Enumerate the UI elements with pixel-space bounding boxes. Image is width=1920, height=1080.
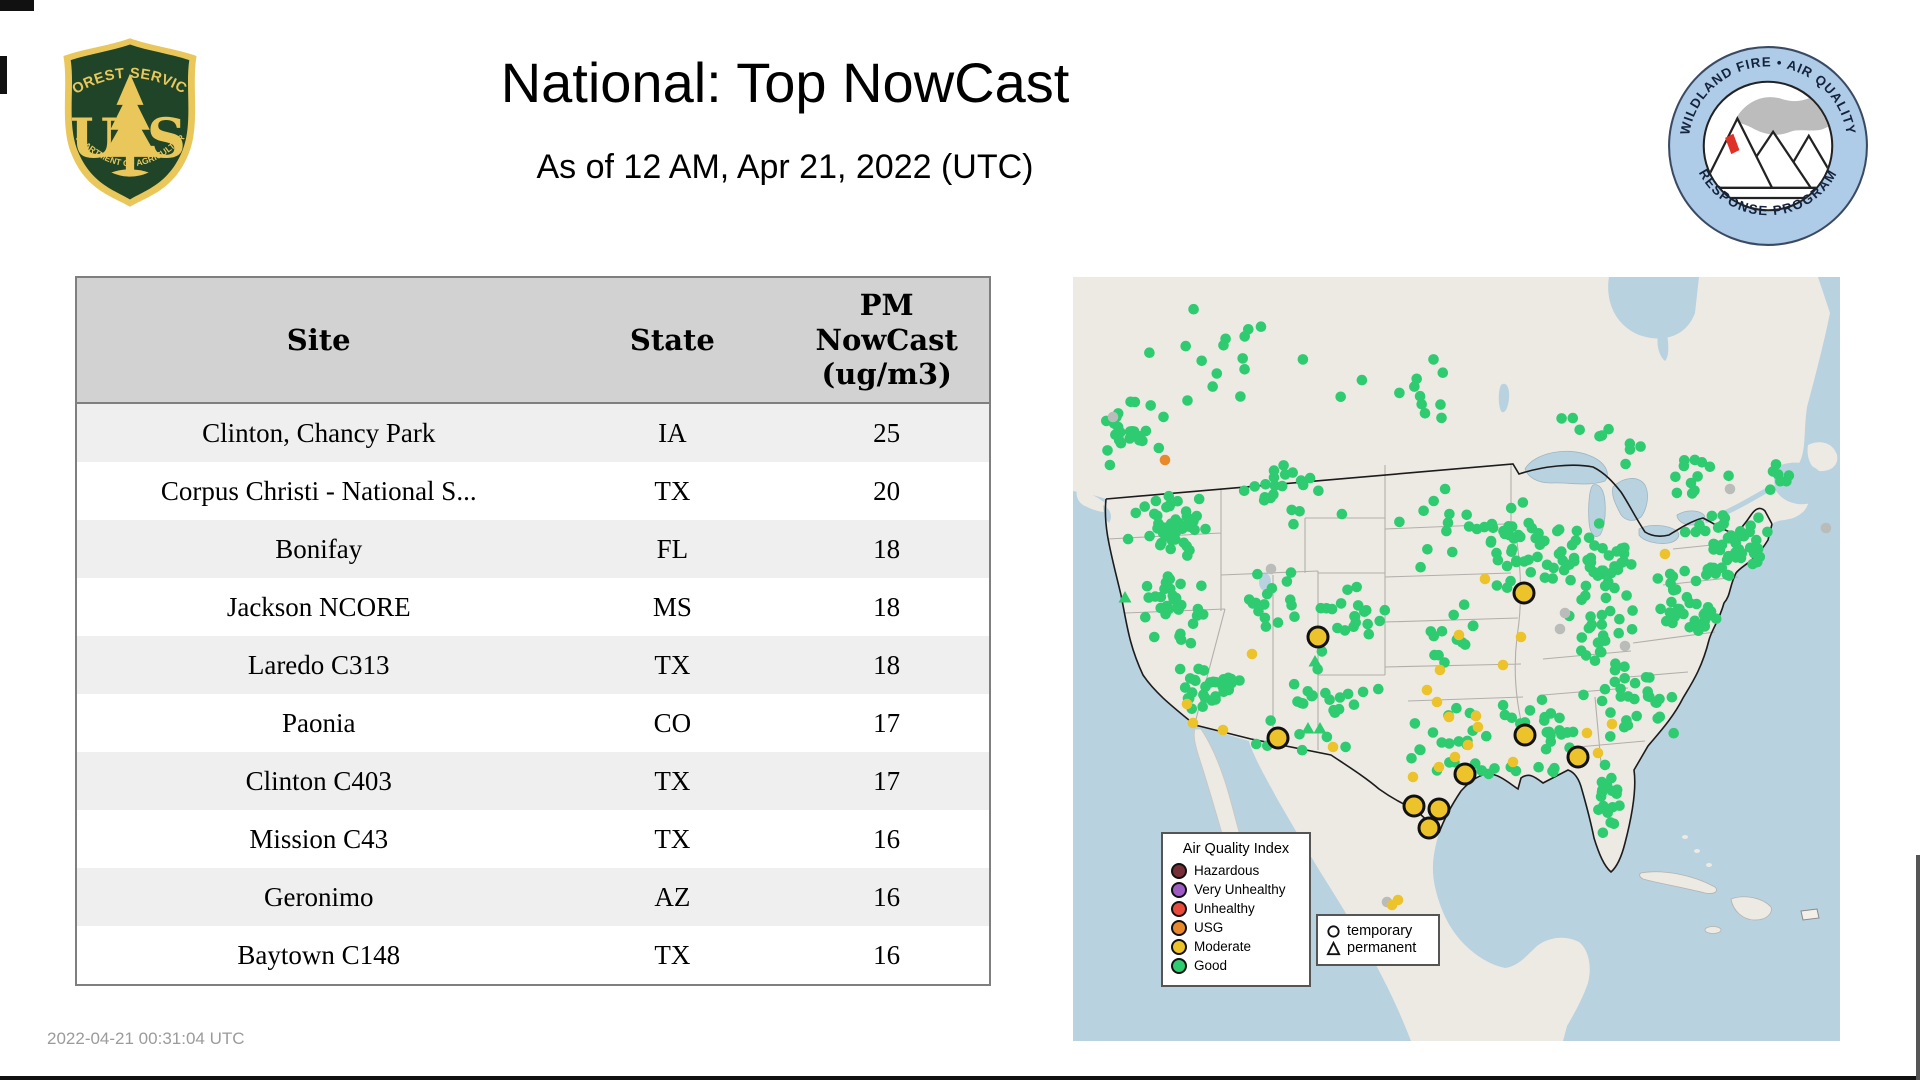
pm-value-cell: 16 (784, 810, 990, 868)
state-cell: TX (560, 926, 784, 985)
shape-legend: temporary permanent (1316, 914, 1440, 966)
top-site-marker (1568, 747, 1588, 767)
aqi-color-swatch (1171, 863, 1187, 879)
shape-legend-item: permanent (1326, 941, 1430, 956)
state-cell: AZ (560, 868, 784, 926)
table-header-row: SiteStatePM NowCast (ug/m3) (76, 277, 990, 403)
site-cell: Clinton, Chancy Park (76, 403, 560, 462)
state-cell: CO (560, 694, 784, 752)
site-cell: Bonifay (76, 520, 560, 578)
site-cell: Mission C43 (76, 810, 560, 868)
aqi-legend-item: Moderate (1171, 939, 1301, 955)
aqi-color-swatch (1171, 901, 1187, 917)
aqi-legend-label: USG (1194, 921, 1223, 935)
table-row: Corpus Christi - National S...TX20 (76, 462, 990, 520)
frame-artifact (0, 0, 34, 11)
site-cell: Jackson NCORE (76, 578, 560, 636)
aqi-legend-item: Good (1171, 958, 1301, 974)
table-row: Laredo C313TX18 (76, 636, 990, 694)
column-header-state: State (560, 277, 784, 403)
state-cell: TX (560, 636, 784, 694)
table-row: PaoniaCO17 (76, 694, 990, 752)
state-cell: IA (560, 403, 784, 462)
page-subtitle: As of 12 AM, Apr 21, 2022 (UTC) (300, 148, 1270, 187)
aqi-legend-item: Unhealthy (1171, 901, 1301, 917)
pm-value-cell: 17 (784, 694, 990, 752)
aqi-legend-label: Very Unhealthy (1194, 883, 1286, 897)
shape-legend-label: permanent (1347, 941, 1416, 956)
state-cell: TX (560, 810, 784, 868)
aqi-legend-label: Moderate (1194, 940, 1251, 954)
generated-timestamp: 2022-04-21 00:31:04 UTC (47, 1029, 245, 1049)
top-site-marker (1268, 728, 1288, 748)
site-cell: Baytown C148 (76, 926, 560, 985)
page-title: National: Top NowCast (300, 50, 1270, 115)
table-row: BonifayFL18 (76, 520, 990, 578)
top-site-marker (1308, 627, 1328, 647)
frame-artifact (0, 1076, 1920, 1080)
site-cell: Paonia (76, 694, 560, 752)
pm-value-cell: 18 (784, 636, 990, 694)
aqi-color-swatch (1171, 958, 1187, 974)
state-cell: MS (560, 578, 784, 636)
table-row: Clinton C403TX17 (76, 752, 990, 810)
aqi-color-swatch (1171, 882, 1187, 898)
forest-service-logo: FOREST SERVICE U S DEPARTMENT OF AGRICUL… (52, 36, 208, 208)
table-row: GeronimoAZ16 (76, 868, 990, 926)
aqi-color-swatch (1171, 939, 1187, 955)
table-row: Baytown C148TX16 (76, 926, 990, 985)
table-row: Clinton, Chancy ParkIA25 (76, 403, 990, 462)
aqi-legend-title: Air Quality Index (1171, 841, 1301, 857)
aqi-color-swatch (1171, 920, 1187, 936)
shape-legend-item: temporary (1326, 924, 1430, 939)
top-site-marker (1404, 796, 1424, 816)
frame-artifact (0, 56, 7, 94)
pm-value-cell: 16 (784, 868, 990, 926)
aqi-legend-label: Good (1194, 959, 1227, 973)
aqi-legend-item: Hazardous (1171, 863, 1301, 879)
shape-legend-label: temporary (1347, 924, 1412, 939)
aqi-legend-label: Hazardous (1194, 864, 1259, 878)
state-cell: FL (560, 520, 784, 578)
top-site-marker (1429, 799, 1449, 819)
pm-value-cell: 20 (784, 462, 990, 520)
top-nowcast-table: SiteStatePM NowCast (ug/m3) Clinton, Cha… (75, 276, 991, 986)
aqi-legend-item: USG (1171, 920, 1301, 936)
pm-value-cell: 25 (784, 403, 990, 462)
top-site-marker (1419, 818, 1439, 838)
site-cell: Corpus Christi - National S... (76, 462, 560, 520)
column-header-site: Site (76, 277, 560, 403)
aqi-legend-item: Very Unhealthy (1171, 882, 1301, 898)
column-header-pm: PM NowCast (ug/m3) (784, 277, 990, 403)
state-cell: TX (560, 462, 784, 520)
aqi-legend: Air Quality Index Hazardous Very Unhealth… (1161, 832, 1311, 987)
top-site-marker (1514, 583, 1534, 603)
pm-value-cell: 16 (784, 926, 990, 985)
site-cell: Laredo C313 (76, 636, 560, 694)
site-cell: Geronimo (76, 868, 560, 926)
wfaqrp-logo: WILDLAND FIRE • AIR QUALITY RESPONSE PRO… (1666, 44, 1870, 248)
state-cell: TX (560, 752, 784, 810)
top-site-marker (1515, 725, 1535, 745)
temporary-circle-icon (1326, 924, 1341, 939)
permanent-triangle-icon (1326, 941, 1341, 956)
pm-value-cell: 18 (784, 520, 990, 578)
aqi-legend-label: Unhealthy (1194, 902, 1255, 916)
pm-value-cell: 17 (784, 752, 990, 810)
frame-artifact (1916, 855, 1920, 1080)
table-row: Jackson NCOREMS18 (76, 578, 990, 636)
site-cell: Clinton C403 (76, 752, 560, 810)
aqi-map: Air Quality Index Hazardous Very Unhealth… (1073, 277, 1840, 1041)
table-row: Mission C43TX16 (76, 810, 990, 868)
top-site-marker (1455, 764, 1475, 784)
pm-value-cell: 18 (784, 578, 990, 636)
